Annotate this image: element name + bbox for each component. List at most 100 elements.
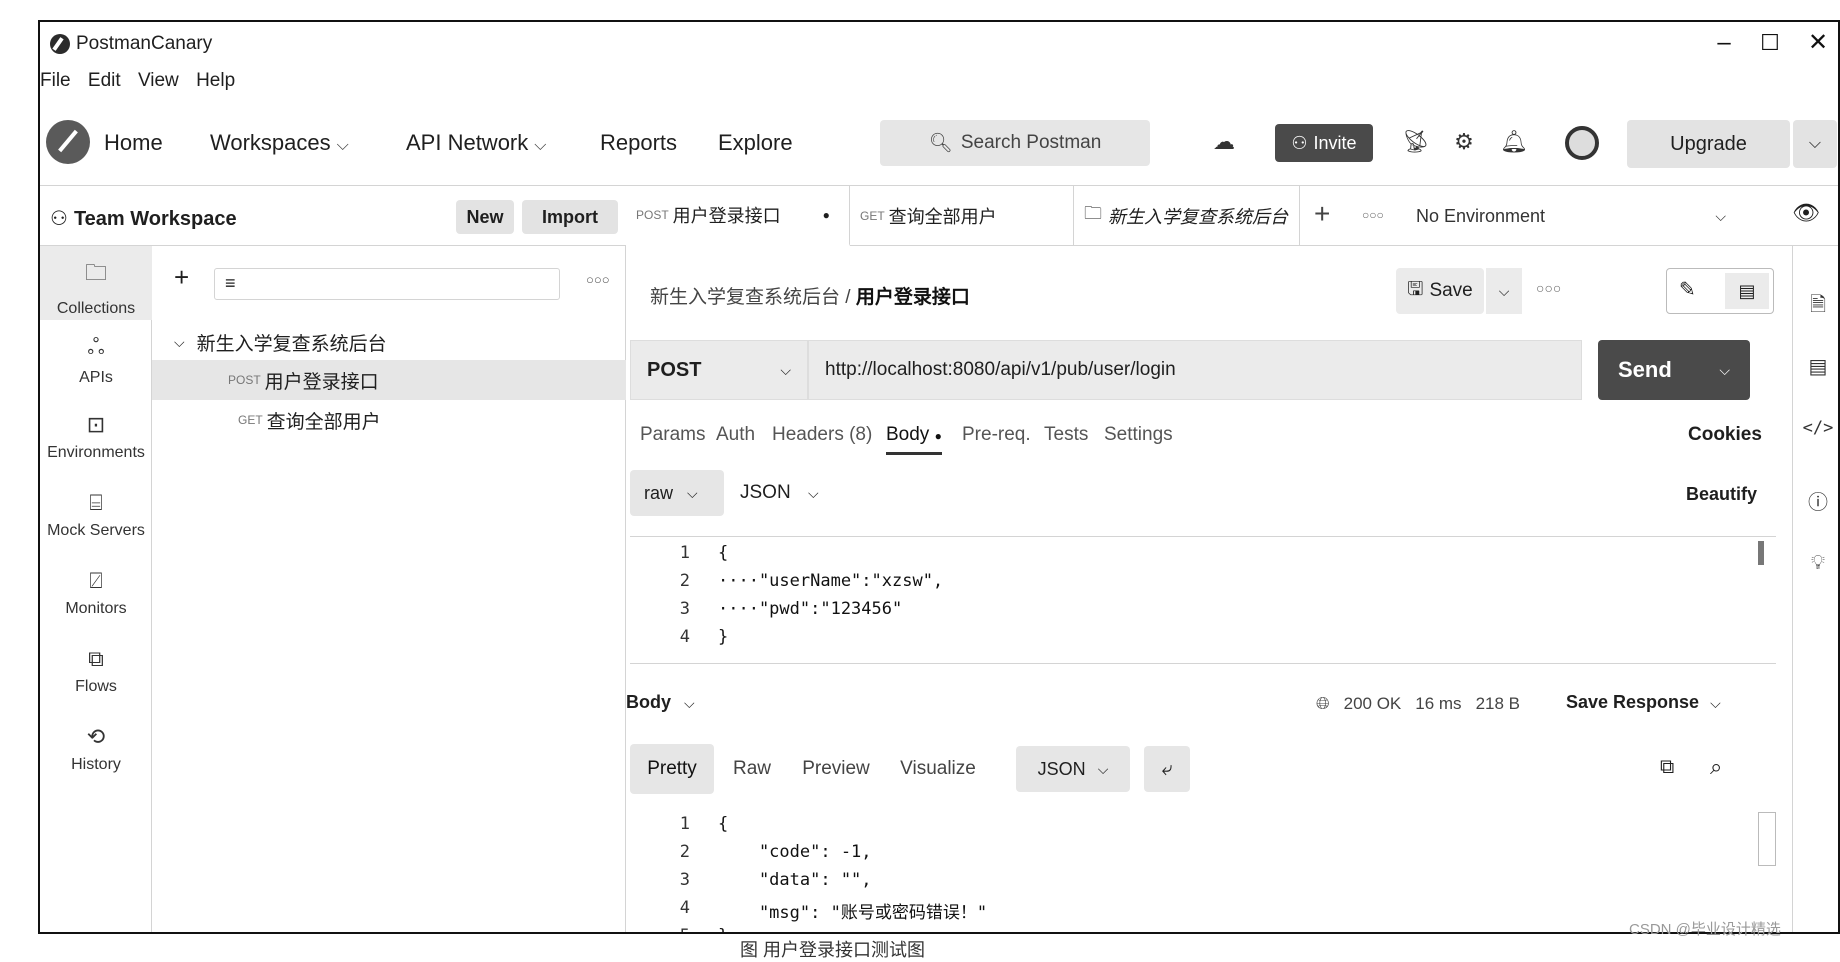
search-icon[interactable]: ⌕ [1710, 754, 1722, 780]
response-format-value: JSON [1037, 758, 1086, 779]
search-input[interactable]: 🔍︎ Search Postman [880, 120, 1150, 166]
menu-file[interactable]: File [40, 70, 71, 91]
view-preview[interactable]: Preview [796, 744, 876, 794]
menu-view[interactable]: View [138, 70, 179, 91]
nav-workspaces[interactable]: Workspaces ⌵ [210, 130, 349, 156]
team-icon: ⚇ [50, 208, 68, 230]
chevron-down-icon: ⌵ [684, 695, 695, 711]
upgrade-dropdown-chevron-icon[interactable]: ⌵ [1793, 120, 1837, 168]
postman-brand-icon[interactable] [46, 120, 90, 164]
import-button[interactable]: Import [522, 200, 618, 234]
maximize-button[interactable]: ☐ [1750, 28, 1790, 58]
cookies-link[interactable]: Cookies [1688, 424, 1762, 446]
history-icon: ⟲ [86, 724, 106, 749]
tab-login[interactable]: POST 用户登录接口 ● [626, 186, 850, 246]
menu-edit[interactable]: Edit [88, 70, 121, 91]
status-code[interactable]: 200 OK [1344, 694, 1402, 714]
documentation-icon[interactable]: 🗎 [1793, 290, 1838, 324]
notifications-bell-icon[interactable]: 🔔︎ [1500, 128, 1528, 156]
response-time[interactable]: 16 ms [1415, 694, 1461, 714]
response-size[interactable]: 218 B [1476, 694, 1520, 714]
tab-settings[interactable]: Settings [1104, 424, 1173, 446]
wrap-lines-icon[interactable]: ⤶ [1144, 746, 1190, 792]
code-snippet-icon[interactable]: </> [1793, 418, 1838, 438]
more-options-icon[interactable]: ○○○ [586, 272, 610, 287]
minimize-button[interactable]: – [1704, 28, 1744, 58]
sidebar-item-collections[interactable]: 🗀 Collections [40, 246, 152, 320]
mock-servers-icon: ⌸ [89, 490, 103, 515]
viewer-scrollbar[interactable] [1758, 812, 1776, 866]
view-raw[interactable]: Raw [722, 744, 782, 794]
editor-scrollbar[interactable] [1758, 541, 1764, 565]
tab-pre-request[interactable]: Pre-req. [962, 424, 1031, 446]
url-input[interactable]: http://localhost:8080/api/v1/pub/user/lo… [808, 340, 1582, 400]
avatar[interactable] [1565, 126, 1599, 160]
sidebar-item-flows[interactable]: ⧉ Flows [40, 636, 152, 710]
new-tab-plus-icon[interactable]: + [1314, 198, 1330, 230]
request-item-login[interactable]: POST 用户登录接口 [152, 360, 626, 400]
copy-icon[interactable]: ⧉ [1660, 756, 1674, 779]
tab-more-icon[interactable]: ○○○ [1362, 208, 1384, 222]
body-mode-select[interactable]: raw ⌵ [630, 470, 724, 516]
comments-icon[interactable]: ▤ [1793, 354, 1838, 379]
environment-quick-look-eye-icon[interactable]: 👁︎ [1792, 200, 1820, 226]
response-body-viewer[interactable]: 1 { 2 "code": -1, 3 "data": "", 4 "msg":… [630, 808, 1776, 932]
workspace-name[interactable]: ⚇ Team Workspace [50, 206, 237, 231]
tab-list-users[interactable]: GET 查询全部用户 [850, 186, 1074, 246]
nav-reports[interactable]: Reports [600, 130, 677, 156]
chevron-down-icon: ⌵ [1710, 695, 1721, 711]
collections-tree: + ≡ ○○○ ⌵ 新生入学复查系统后台 POST 用户登录接口 GET 查询全… [152, 246, 626, 932]
tab-params[interactable]: Params [640, 424, 705, 446]
satellite-icon[interactable]: 📡︎ [1402, 128, 1430, 156]
response-format-select[interactable]: JSON ⌵ [1016, 746, 1130, 792]
menu-help[interactable]: Help [196, 70, 235, 91]
save-response-label: Save Response [1566, 692, 1700, 712]
invite-button[interactable]: ⚇ Invite [1275, 124, 1373, 162]
response-section-toggle[interactable]: Body ⌵ [626, 692, 695, 713]
add-collection-plus-icon[interactable]: + [174, 262, 189, 293]
send-button[interactable]: Send ⌵ [1598, 340, 1750, 400]
edit-pencil-icon[interactable]: ✎ [1679, 277, 1696, 302]
breadcrumb-collection[interactable]: 新生入学复查系统后台 [650, 287, 840, 308]
save-button[interactable]: 🖫 Save [1396, 268, 1484, 314]
comments-icon[interactable]: ▤ [1725, 273, 1769, 309]
environment-select[interactable]: No Environment ⌵ [1416, 200, 1726, 232]
collections-icon: 🗀 [84, 260, 107, 285]
tab-collection-overview[interactable]: 🗀 新生入学复查系统后台 [1074, 186, 1300, 246]
sidebar-item-apis[interactable]: ஃ APIs [40, 324, 152, 398]
settings-gear-icon[interactable]: ⚙ [1450, 128, 1478, 156]
tab-headers[interactable]: Headers (8) [772, 424, 872, 446]
close-button[interactable]: ✕ [1798, 28, 1838, 58]
collection-filter-input[interactable]: ≡ [214, 268, 560, 300]
request-more-icon[interactable]: ○○○ [1536, 280, 1561, 296]
info-icon[interactable]: ⓘ [1793, 486, 1838, 515]
method-select[interactable]: POST ⌵ [630, 340, 808, 400]
save-response-button[interactable]: Save Response ⌵ [1566, 692, 1721, 713]
sidebar-item-history[interactable]: ⟲ History [40, 714, 152, 788]
nav-api-network[interactable]: API Network ⌵ [406, 130, 546, 156]
body-language-select[interactable]: JSON ⌵ [740, 482, 819, 504]
tab-auth[interactable]: Auth [716, 424, 755, 446]
sync-cloud-icon[interactable]: ☁ [1210, 128, 1238, 156]
rail-label: Monitors [65, 600, 127, 617]
sidebar-item-mock-servers[interactable]: ⌸ Mock Servers [40, 480, 152, 554]
breadcrumb-request[interactable]: 用户登录接口 [856, 287, 970, 308]
request-body-editor[interactable]: 1 { 2 ····"userName":"xzsw", 3 ····"pwd"… [630, 536, 1776, 664]
line-number: 3 [679, 599, 690, 619]
tab-body[interactable]: Body ● [886, 424, 942, 455]
request-item-list-users[interactable]: GET 查询全部用户 [152, 400, 626, 440]
save-dropdown-chevron-icon[interactable]: ⌵ [1486, 268, 1522, 314]
sidebar-item-environments[interactable]: ⊡ Environments [40, 402, 152, 476]
view-visualize[interactable]: Visualize [892, 744, 984, 794]
collection-row[interactable]: ⌵ 新生入学复查系统后台 [152, 322, 626, 362]
view-pretty[interactable]: Pretty [630, 744, 714, 794]
nav-home[interactable]: Home [104, 130, 163, 156]
new-button[interactable]: New [456, 200, 514, 234]
tab-tests[interactable]: Tests [1044, 424, 1088, 446]
sidebar-item-monitors[interactable]: ⍁ Monitors [40, 558, 152, 632]
upgrade-button[interactable]: Upgrade [1627, 120, 1790, 168]
beautify-link[interactable]: Beautify [1686, 484, 1757, 505]
method-value: POST [647, 358, 702, 381]
nav-explore[interactable]: Explore [718, 130, 793, 156]
lightbulb-icon[interactable]: 💡︎ [1793, 552, 1838, 575]
